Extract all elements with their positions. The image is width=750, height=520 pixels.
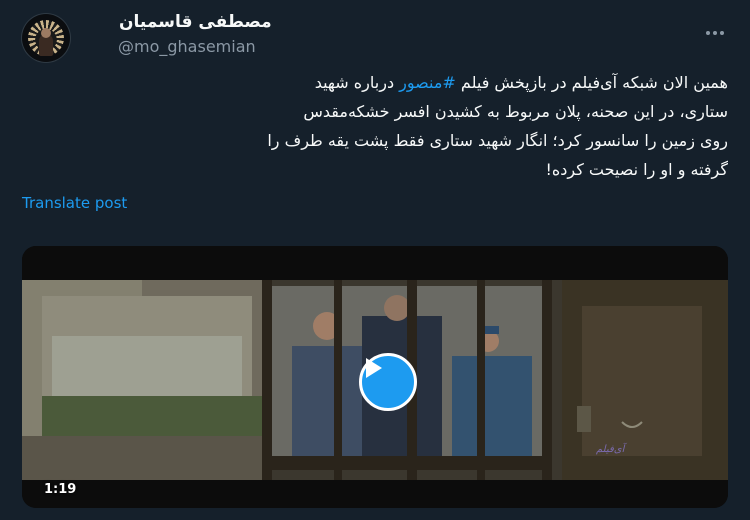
play-icon[interactable] bbox=[359, 353, 417, 411]
avatar-head bbox=[41, 28, 51, 38]
tweet-line-1: همین الان شبکه آی‌فیلم در بازپخش فیلم #م… bbox=[22, 68, 728, 97]
tweet-text: همین الان شبکه آی‌فیلم در بازپخش فیلم #م… bbox=[22, 68, 728, 184]
tweet-line-1-end: درباره شهید bbox=[314, 73, 400, 92]
video-player[interactable]: آی‌فیلم 1:19 bbox=[22, 246, 728, 508]
tweet-line-2: ستاری، در این صحنه، پلان مربوط به کشیدن … bbox=[303, 102, 728, 121]
hashtag-link[interactable]: #منصور bbox=[399, 73, 456, 92]
more-options-icon[interactable] bbox=[704, 22, 726, 44]
author-avatar[interactable] bbox=[22, 14, 70, 62]
author-display-name[interactable]: مصطفی قاسمیان bbox=[119, 12, 272, 32]
translate-post-link[interactable]: Translate post bbox=[22, 194, 127, 212]
tweet-line-4: گرفته و او را نصیحت کرده! bbox=[545, 160, 728, 179]
video-duration: 1:19 bbox=[44, 482, 77, 497]
tweet-line-1-start: همین الان شبکه آی‌فیلم در بازپخش فیلم bbox=[455, 73, 728, 92]
tweet-line-3: روی زمین را سانسور کرد؛ انگار شهید ستاری… bbox=[267, 131, 728, 150]
channel-watermark: آی‌فیلم bbox=[596, 444, 625, 455]
author-handle[interactable]: @mo_ghasemian bbox=[118, 37, 256, 56]
